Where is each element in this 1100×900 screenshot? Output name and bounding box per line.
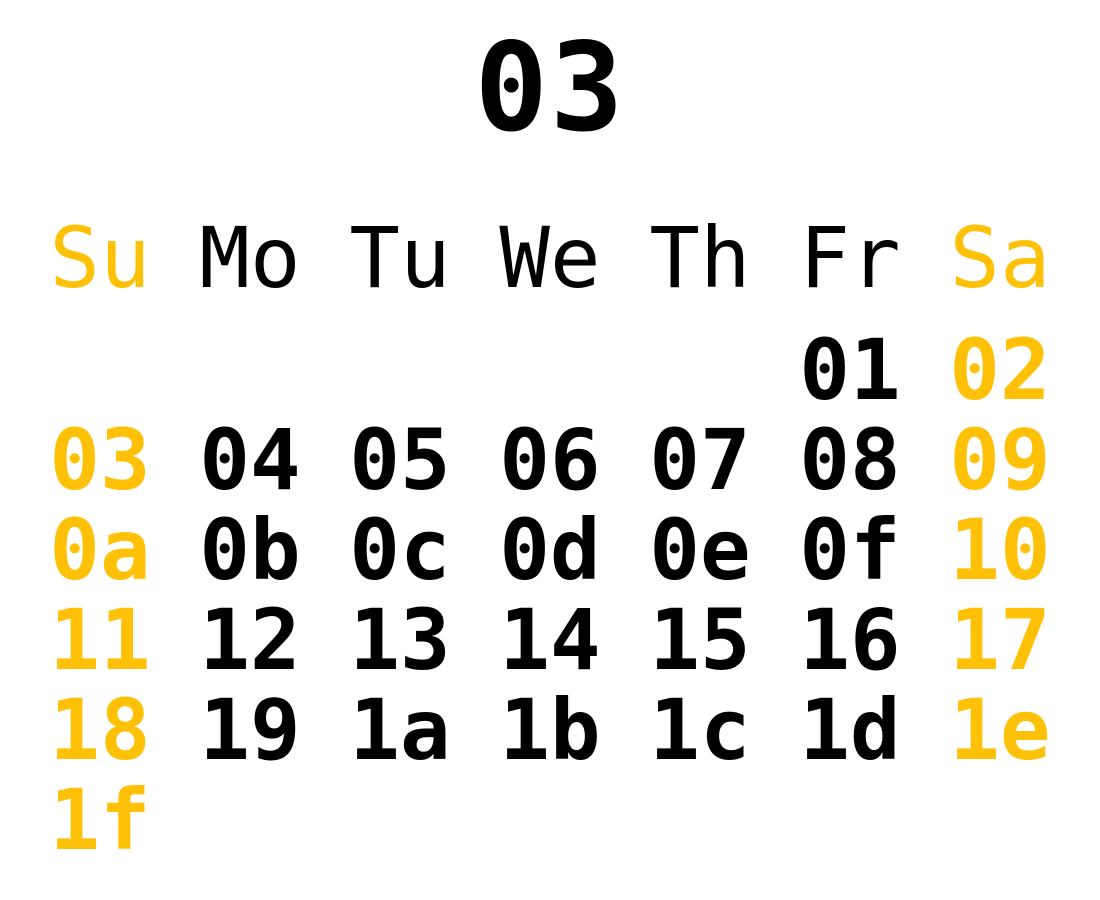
day-cell[interactable]: 03	[35, 415, 165, 505]
weekday-header-wednesday: We	[499, 209, 601, 307]
day-cell[interactable]: 08	[785, 415, 915, 505]
day-cell[interactable]: 1a	[335, 685, 465, 775]
day-cell[interactable]: 0d	[485, 505, 615, 595]
weekday-header-thursday: Th	[649, 209, 751, 307]
day-cell[interactable]: 17	[935, 595, 1065, 685]
day-cell[interactable]: 0f	[785, 505, 915, 595]
day-cell[interactable]: 0c	[335, 505, 465, 595]
calendar-grid: Su Mo Tu We Th Fr Sa 01 02 03 04 05 06 0…	[0, 0, 1100, 900]
day-cell[interactable]	[335, 775, 465, 865]
day-cell[interactable]: 11	[35, 595, 165, 685]
day-cell[interactable]	[935, 775, 1065, 865]
day-cell[interactable]: 0a	[35, 505, 165, 595]
day-cell[interactable]	[785, 775, 915, 865]
day-cell[interactable]: 15	[635, 595, 765, 685]
day-cell[interactable]: 09	[935, 415, 1065, 505]
day-cell[interactable]	[485, 775, 615, 865]
day-cell[interactable]: 0b	[185, 505, 315, 595]
day-cell[interactable]: 04	[185, 415, 315, 505]
day-cell[interactable]: 1f	[35, 775, 165, 865]
day-cell[interactable]: 06	[485, 415, 615, 505]
day-cell[interactable]: 05	[335, 415, 465, 505]
day-cell[interactable]	[185, 775, 315, 865]
day-cell[interactable]: 14	[485, 595, 615, 685]
day-cell[interactable]	[335, 325, 465, 415]
day-cell[interactable]: 01	[785, 325, 915, 415]
day-cell[interactable]: 07	[635, 415, 765, 505]
day-cell[interactable]: 10	[935, 505, 1065, 595]
day-cell[interactable]: 1e	[935, 685, 1065, 775]
weekday-header-friday: Fr	[799, 209, 901, 307]
day-cell[interactable]	[635, 325, 765, 415]
day-cell[interactable]: 13	[335, 595, 465, 685]
day-cell[interactable]: 1c	[635, 685, 765, 775]
day-cell[interactable]: 1d	[785, 685, 915, 775]
day-cell[interactable]: 02	[935, 325, 1065, 415]
day-cell[interactable]: 12	[185, 595, 315, 685]
day-cell[interactable]: 16	[785, 595, 915, 685]
day-cell[interactable]: 18	[35, 685, 165, 775]
weekday-header-tuesday: Tu	[349, 209, 451, 307]
weekday-header-sunday: Su	[49, 209, 151, 307]
day-cell[interactable]	[185, 325, 315, 415]
day-cell[interactable]: 1b	[485, 685, 615, 775]
weekday-header-saturday: Sa	[949, 209, 1051, 307]
day-cell[interactable]	[485, 325, 615, 415]
day-cell[interactable]: 0e	[635, 505, 765, 595]
day-cell[interactable]	[35, 325, 165, 415]
day-cell[interactable]	[635, 775, 765, 865]
weekday-header-monday: Mo	[199, 209, 301, 307]
day-cell[interactable]: 19	[185, 685, 315, 775]
